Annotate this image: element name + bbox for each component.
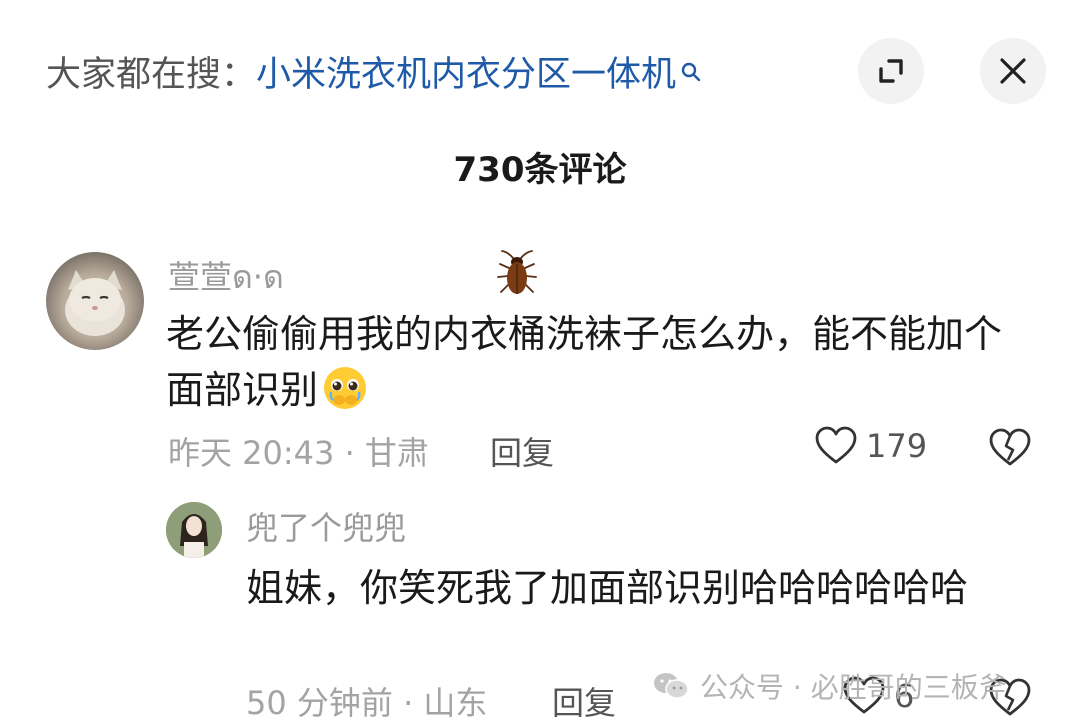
comment-body: 老公偷偷用我的内衣桶洗袜子怎么办，能不能加个面部识别 [166, 312, 1003, 412]
reply-button[interactable]: 回复 [552, 678, 616, 724]
close-button[interactable] [980, 38, 1046, 104]
heart-icon [815, 426, 857, 464]
expand-icon [879, 59, 903, 83]
comment-username[interactable]: 萱萱ด‧ด [168, 252, 284, 303]
trending-search-suggestion[interactable]: 大家都在搜： 小米洗衣机内衣分区一体机 [46, 44, 702, 98]
close-icon [1000, 58, 1026, 84]
like-button[interactable]: 179 [814, 426, 927, 466]
watermark-text: 公众号 · 必胜哥的三板斧 [700, 671, 1007, 704]
broken-heart-icon [989, 428, 1031, 466]
pleading-face-emoji [322, 365, 368, 411]
cockroach-icon [496, 250, 538, 298]
comment-count-title: 730条评论 [453, 150, 627, 190]
comment-username[interactable]: 兜了个兜兜 [246, 503, 406, 549]
wechat-icon [654, 673, 689, 699]
comment-meta: 50 分钟前 · 山东 [246, 684, 488, 722]
expand-button[interactable] [858, 38, 924, 104]
comment-meta: 昨天 20:43 · 甘肃 [168, 434, 429, 472]
comments-panel: 大家都在搜： 小米洗衣机内衣分区一体机 730条评论 萱萱ด‧ด 老公偷偷用我的… [0, 0, 1080, 725]
dislike-button[interactable] [988, 428, 1032, 472]
watermark: 公众号 · 必胜哥的三板斧 [652, 666, 1007, 706]
comment-text: 老公偷偷用我的内衣桶洗袜子怎么办，能不能加个面部识别 [166, 306, 1026, 418]
like-count: 179 [866, 427, 928, 465]
trending-search-prefix: 大家都在搜： [46, 54, 257, 95]
comment-text: 姐妹，你笑死我了加面部识别哈哈哈哈哈哈 [246, 566, 969, 610]
trending-search-term[interactable]: 小米洗衣机内衣分区一体机 [256, 46, 676, 97]
avatar[interactable] [166, 502, 222, 558]
reply-button[interactable]: 回复 [490, 428, 554, 474]
avatar[interactable] [46, 252, 144, 350]
search-icon [680, 52, 702, 82]
